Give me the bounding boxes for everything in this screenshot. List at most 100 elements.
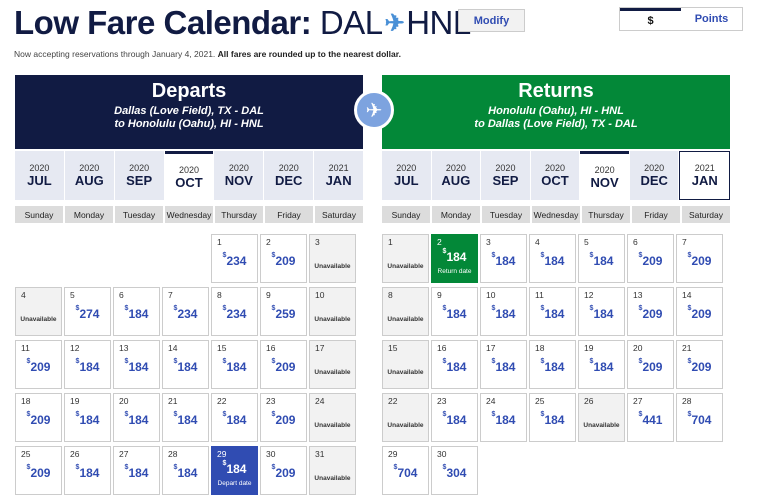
dep-day-cell[interactable]: 5 $274 bbox=[64, 287, 111, 336]
dep-day-cell[interactable]: 22 $184 bbox=[211, 393, 258, 442]
month-year: 2020 bbox=[29, 163, 50, 173]
dep-day-cell[interactable]: 28 $184 bbox=[162, 446, 209, 495]
dep-day-cell[interactable]: 23 $209 bbox=[260, 393, 307, 442]
dep-month-tab-jan[interactable]: 2021 JAN bbox=[314, 151, 364, 200]
dep-day-cell[interactable]: 6 $184 bbox=[113, 287, 160, 336]
dep-day-cell[interactable]: 19 $184 bbox=[64, 393, 111, 442]
ret-day-cell[interactable]: 30 $304 bbox=[431, 446, 478, 495]
dep-day-cell[interactable]: 1 $234 bbox=[211, 234, 258, 283]
dep-day-cell[interactable]: 15 $184 bbox=[211, 340, 258, 389]
ret-day-cell[interactable]: 7 $209 bbox=[676, 234, 723, 283]
month-name: JUL bbox=[394, 173, 419, 188]
dep-day-cell[interactable]: 18 $209 bbox=[15, 393, 62, 442]
weekday-label: Wednesday bbox=[165, 206, 213, 223]
dep-day-cell[interactable]: 20 $184 bbox=[113, 393, 160, 442]
currency-symbol: $ bbox=[271, 305, 276, 312]
ret-month-tab-jul[interactable]: 2020 JUL bbox=[382, 151, 431, 200]
ret-day-cell[interactable]: 20 $209 bbox=[627, 340, 674, 389]
day-number: 27 bbox=[633, 396, 643, 406]
ret-month-tab-aug[interactable]: 2020 AUG bbox=[431, 151, 481, 200]
month-year: 2021 bbox=[328, 163, 349, 173]
ret-day-cell[interactable]: 27 $441 bbox=[627, 393, 674, 442]
fare-price: $184 bbox=[579, 252, 624, 268]
dep-day-cell[interactable]: 21 $184 bbox=[162, 393, 209, 442]
dep-day-cell[interactable]: 12 $184 bbox=[64, 340, 111, 389]
dep-day-cell[interactable]: 16 $209 bbox=[260, 340, 307, 389]
currency-symbol: $ bbox=[687, 358, 692, 365]
departs-weekday-header: Sunday Monday Tuesday Wednesday Thursday Frid… bbox=[15, 206, 363, 223]
dep-day-cell[interactable]: 2 $209 bbox=[260, 234, 307, 283]
ret-month-tab-oct[interactable]: 2020 OCT bbox=[530, 151, 580, 200]
ret-day-cell[interactable]: 18 $184 bbox=[529, 340, 576, 389]
dep-day-cell[interactable]: 13 $184 bbox=[113, 340, 160, 389]
fare-price: $184 bbox=[163, 464, 208, 480]
ret-day-cell[interactable]: 14 $209 bbox=[676, 287, 723, 336]
dollars-toggle-button[interactable]: $ bbox=[620, 8, 681, 30]
ret-day-cell[interactable]: 6 $209 bbox=[627, 234, 674, 283]
fare-amount: 184 bbox=[128, 413, 149, 427]
departs-header: Departs Dallas (Love Field), TX - DAL to… bbox=[15, 75, 363, 149]
ret-day-cell[interactable]: 25 $184 bbox=[529, 393, 576, 442]
day-number: 21 bbox=[682, 343, 692, 353]
dep-day-cell[interactable]: 8 $234 bbox=[211, 287, 258, 336]
currency-symbol: $ bbox=[124, 305, 129, 312]
ret-month-tab-dec[interactable]: 2020 DEC bbox=[629, 151, 679, 200]
ret-day-cell[interactable]: 10 $184 bbox=[480, 287, 527, 336]
ret-day-cell[interactable]: 9 $184 bbox=[431, 287, 478, 336]
ret-day-cell[interactable]: 3 $184 bbox=[480, 234, 527, 283]
dep-month-tab-sep[interactable]: 2020 SEP bbox=[114, 151, 164, 200]
dep-day-cell[interactable]: 11 $209 bbox=[15, 340, 62, 389]
ret-day-cell[interactable]: 23 $184 bbox=[431, 393, 478, 442]
dep-day-cell[interactable]: 26 $184 bbox=[64, 446, 111, 495]
day-number: 13 bbox=[633, 290, 643, 300]
ret-day-cell[interactable]: 24 $184 bbox=[480, 393, 527, 442]
dep-day-cell: 3 Unavailable bbox=[309, 234, 356, 283]
fare-amount: 209 bbox=[691, 360, 712, 374]
day-number: 19 bbox=[584, 343, 594, 353]
ret-day-cell[interactable]: 4 $184 bbox=[529, 234, 576, 283]
ret-day-cell[interactable]: 12 $184 bbox=[578, 287, 625, 336]
dep-month-tab-dec[interactable]: 2020 DEC bbox=[264, 151, 314, 200]
day-number: 15 bbox=[217, 343, 227, 353]
dep-month-tab-nov[interactable]: 2020 NOV bbox=[214, 151, 264, 200]
ret-day-cell[interactable]: 28 $704 bbox=[676, 393, 723, 442]
day-number: 7 bbox=[682, 237, 687, 247]
fare-price: $184 bbox=[432, 358, 477, 374]
month-name: NOV bbox=[224, 173, 253, 188]
ret-day-cell[interactable]: 16 $184 bbox=[431, 340, 478, 389]
day-number: 9 bbox=[437, 290, 442, 300]
dep-day-cell[interactable]: 25 $209 bbox=[15, 446, 62, 495]
dep-day-cell[interactable]: 29 $184 Depart date bbox=[211, 446, 258, 495]
ret-day-cell[interactable]: 19 $184 bbox=[578, 340, 625, 389]
modify-button[interactable]: Modify bbox=[458, 9, 525, 32]
dep-day-cell[interactable]: 9 $259 bbox=[260, 287, 307, 336]
ret-month-tab-sep[interactable]: 2020 SEP bbox=[481, 151, 530, 200]
day-number: 3 bbox=[486, 237, 491, 247]
dep-month-tab-oct[interactable]: 2020 OCT bbox=[164, 151, 214, 200]
fare-amount: 304 bbox=[446, 466, 467, 480]
departs-route-line2: to Honolulu (Oahu), HI - HNL bbox=[114, 118, 264, 130]
dep-day-cell[interactable]: 30 $209 bbox=[260, 446, 307, 495]
fare-price: $234 bbox=[163, 305, 208, 321]
ret-day-cell[interactable]: 11 $184 bbox=[529, 287, 576, 336]
dep-day-cell[interactable]: 14 $184 bbox=[162, 340, 209, 389]
fare-amount: 209 bbox=[275, 466, 296, 480]
currency-symbol: $ bbox=[124, 464, 129, 471]
points-toggle-button[interactable]: Points bbox=[681, 8, 742, 30]
ret-month-tab-jan[interactable]: 2021 JAN bbox=[679, 151, 731, 200]
ret-day-cell[interactable]: 17 $184 bbox=[480, 340, 527, 389]
day-number: 18 bbox=[21, 396, 31, 406]
fare-amount: 209 bbox=[30, 360, 51, 374]
ret-day-cell[interactable]: 21 $209 bbox=[676, 340, 723, 389]
unavailable-label: Unavailable bbox=[583, 422, 620, 429]
ret-day-cell[interactable]: 5 $184 bbox=[578, 234, 625, 283]
ret-month-tab-nov[interactable]: 2020 NOV bbox=[580, 151, 629, 200]
dep-day-cell[interactable]: 7 $234 bbox=[162, 287, 209, 336]
dep-month-tab-jul[interactable]: 2020 JUL bbox=[15, 151, 64, 200]
dep-day-cell[interactable]: 27 $184 bbox=[113, 446, 160, 495]
ret-day-cell[interactable]: 13 $209 bbox=[627, 287, 674, 336]
ret-day-cell[interactable]: 29 $704 bbox=[382, 446, 429, 495]
dep-month-tab-aug[interactable]: 2020 AUG bbox=[64, 151, 114, 200]
ret-day-cell[interactable]: 2 $184 Return date bbox=[431, 234, 478, 283]
fare-price: $184 bbox=[114, 464, 159, 480]
